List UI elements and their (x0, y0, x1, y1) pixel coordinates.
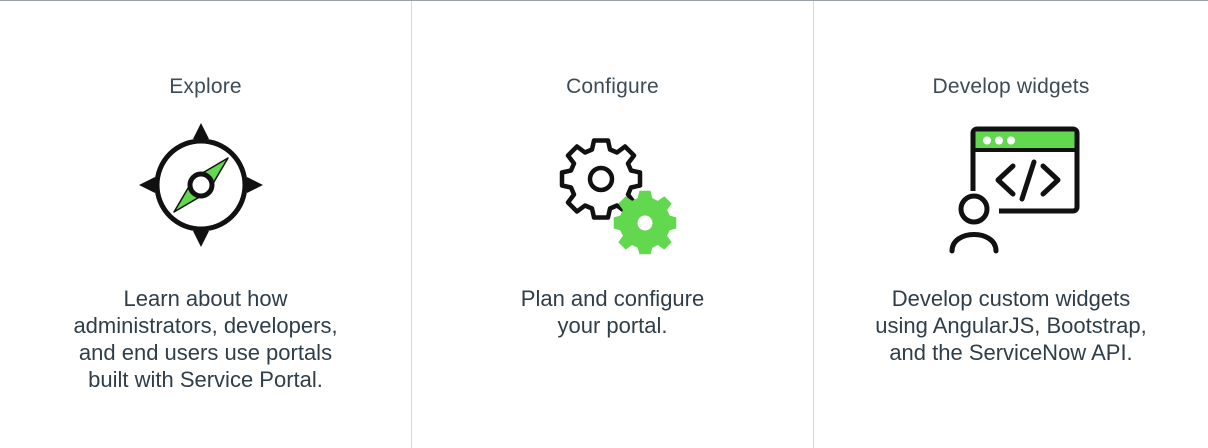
compass-icon (136, 121, 276, 261)
card-title[interactable]: Explore (169, 73, 242, 101)
card-description: Learn about how administrators, develope… (73, 286, 338, 392)
card-develop-widgets[interactable]: Develop widgets Develop custom widgets u… (813, 1, 1208, 448)
code-window-user-icon (941, 121, 1081, 261)
card-explore[interactable]: Explore Learn about how administrators, … (0, 1, 411, 448)
gears-icon (543, 121, 683, 261)
card-title[interactable]: Configure (566, 73, 659, 101)
card-configure[interactable]: Configure Plan and configure your portal… (411, 1, 813, 448)
card-description: Plan and configure your portal. (520, 286, 705, 338)
card-title[interactable]: Develop widgets (932, 73, 1089, 101)
card-description: Develop custom widgets using AngularJS, … (875, 286, 1147, 365)
cards-row: Explore Learn about how administrators, … (0, 0, 1208, 448)
